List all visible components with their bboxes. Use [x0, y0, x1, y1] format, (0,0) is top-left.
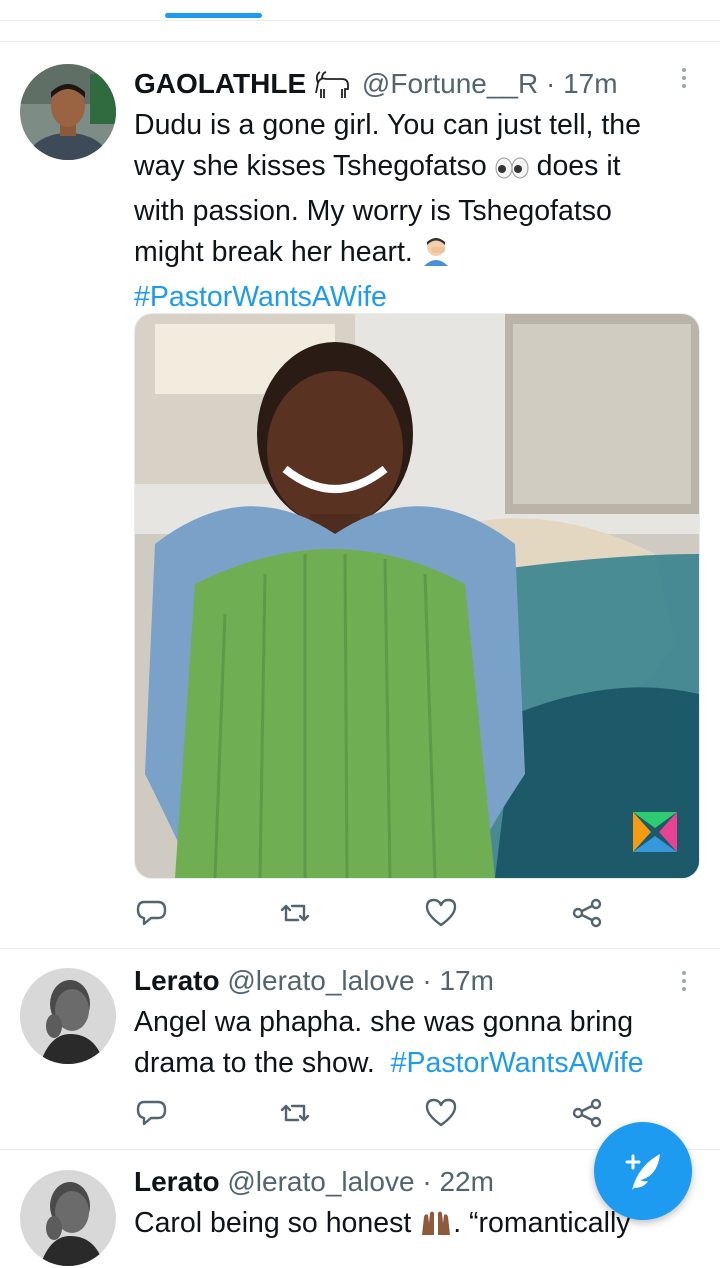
tweet-text: Dudu is a gone girl. You can just tell, … — [134, 105, 694, 318]
goat-emoji — [312, 69, 352, 108]
tweet-text-line: with passion. My worry is Tshegofatso — [134, 195, 612, 227]
tweet-text-line: Dudu is a gone girl. You can just tell, … — [134, 109, 642, 141]
retweet-icon[interactable] — [278, 896, 314, 932]
timestamp[interactable]: 17m — [439, 965, 493, 996]
like-icon[interactable] — [424, 896, 460, 932]
display-name[interactable]: GAOLATHLE — [134, 68, 306, 99]
tweet-actions — [134, 1096, 614, 1132]
user-handle[interactable]: @lerato_lalove — [227, 965, 414, 996]
tab-bar — [0, 0, 720, 21]
like-icon[interactable] — [424, 1096, 460, 1132]
display-name[interactable]: Lerato — [134, 965, 220, 996]
retweet-icon[interactable] — [278, 1096, 314, 1132]
avatar[interactable] — [20, 64, 116, 160]
compose-tweet-button[interactable] — [594, 1122, 692, 1220]
reply-icon[interactable] — [134, 1096, 170, 1132]
tweet-text-line: Angel wa phapha. she was gonna bring — [134, 1006, 634, 1038]
facepalm-emoji — [421, 236, 451, 278]
tweet-header: GAOLATHLE @Fortune__R · 17m — [134, 66, 618, 108]
tweet-text-line: drama to the show. #PastorWantsAWife — [134, 1043, 704, 1084]
tweet-text-fragment: drama to the show. — [134, 1046, 375, 1079]
active-tab-indicator — [165, 13, 262, 18]
separator: · — [546, 68, 556, 99]
reply-icon[interactable] — [134, 896, 170, 932]
raised-hands-emoji — [419, 1208, 453, 1249]
separator: · — [422, 1166, 432, 1197]
tweet-header: Lerato @lerato_lalove · 22m — [134, 1164, 494, 1200]
avatar[interactable] — [20, 1170, 116, 1266]
tweet-header: Lerato @lerato_lalove · 17m — [134, 963, 494, 999]
tweet-text-fragment: might break her heart. — [134, 235, 413, 268]
user-handle[interactable]: @lerato_lalove — [227, 1166, 414, 1197]
hashtag-link[interactable]: #PastorWantsAWife — [391, 1047, 644, 1079]
hashtag-link[interactable]: #PastorWantsAWife — [134, 277, 694, 318]
tweet-image[interactable] — [134, 313, 700, 879]
tweet-text-line: way she kisses Tshegofatso does it — [134, 146, 694, 192]
timestamp[interactable]: 17m — [563, 68, 617, 99]
more-icon[interactable] — [678, 68, 690, 94]
share-icon[interactable] — [570, 896, 606, 932]
avatar[interactable] — [20, 968, 116, 1064]
tweet-text-line: might break her heart. — [134, 232, 694, 278]
timestamp[interactable]: 22m — [439, 1166, 493, 1197]
more-icon[interactable] — [678, 971, 690, 997]
tweet[interactable]: Lerato @lerato_lalove · 17m Angel wa pha… — [0, 949, 720, 1149]
tweet-text: Angel wa phapha. she was gonna bring dra… — [134, 1002, 704, 1083]
compose-tweet-icon — [625, 1154, 660, 1190]
tweet-text-fragment: does it — [536, 149, 621, 182]
display-name[interactable]: Lerato — [134, 1166, 220, 1197]
tweet[interactable]: GAOLATHLE @Fortune__R · 17m Dudu is a go… — [0, 42, 720, 948]
user-handle[interactable]: @Fortune__R — [362, 68, 538, 99]
tweet-actions — [134, 896, 614, 932]
separator: · — [422, 965, 432, 996]
tweet-text-fragment: Carol being so honest — [134, 1207, 412, 1239]
eyes-emoji — [495, 151, 529, 192]
tweet-text-fragment: way she kisses Tshegofatso — [134, 149, 487, 182]
